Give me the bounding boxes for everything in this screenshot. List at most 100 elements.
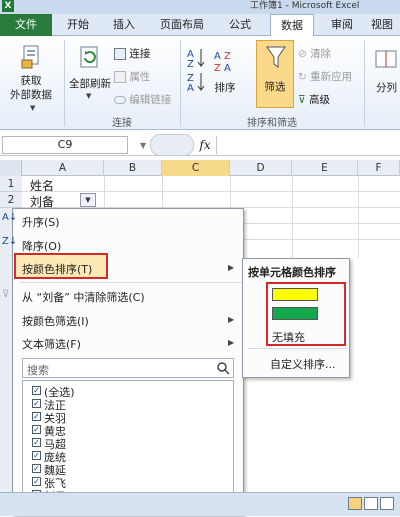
formula-input[interactable] [216,136,400,154]
custom-sort-option[interactable]: 自定义排序... [270,356,336,372]
reapply-label: 重新应用 [310,71,353,83]
value-checkbox[interactable]: ✓ [32,438,41,447]
row-header-2[interactable]: 2 [0,192,22,208]
row-header-1[interactable]: 1 [0,176,22,192]
tab-formulas[interactable]: 公式 [220,14,260,36]
svg-text:Z: Z [224,51,231,62]
clear-filter-icon: ⊽ [2,289,10,300]
submenu-arrow-icon: ▶ [228,315,235,324]
value-checkbox[interactable]: ✓ [32,477,41,486]
no-fill-option[interactable]: 无填充 [272,329,305,345]
svg-text:Z: Z [187,59,194,70]
reapply-icon: ↻ [298,71,307,83]
sort-az-icon[interactable]: AZZA [186,46,208,94]
sort-button[interactable]: 排序 [210,80,240,95]
select-all-corner[interactable] [0,160,22,176]
funnel-icon [266,46,286,68]
text-to-columns-button[interactable]: 分列 [376,80,397,95]
search-placeholder: 搜索 [27,364,49,377]
filter-button[interactable]: 筛选 [256,40,294,108]
excel-app-icon[interactable]: X [2,0,14,12]
submenu-arrow-icon: ▶ [228,263,235,272]
cell-a1[interactable]: 姓名 [30,177,54,194]
svg-text:A: A [214,51,221,62]
name-box[interactable]: C9 [2,136,128,154]
sort-dialog-icon: AZZA [212,48,238,74]
text-to-columns-icon [374,48,398,72]
gridline [292,176,293,258]
menu-sort-descending[interactable]: 降序(O) [22,238,61,254]
group-label-connections: 连接 [112,118,132,129]
properties-label: 属性 [129,71,151,83]
column-header-c[interactable]: C [162,160,230,176]
gridline [358,176,359,258]
get-external-data-icon [20,44,42,70]
connections-button[interactable]: 连接 [114,46,150,61]
sort-desc-icon: Z↓ [2,236,18,247]
yellow-swatch[interactable] [272,288,318,301]
value-checkbox[interactable]: ✓ [32,412,41,421]
page-layout-view-icon[interactable] [364,497,378,510]
gridline [104,176,105,208]
get-external-data-button[interactable]: 获取 外部数据 [0,74,62,102]
normal-view-icon[interactable] [348,497,362,510]
column-header-a[interactable]: A [22,160,104,176]
filter-label: 筛选 [264,81,286,93]
autofilter-dropdown-icon[interactable]: ▼ [80,193,96,207]
connections-icon [114,48,126,60]
advanced-filter-button[interactable]: ⊽ 高级 [298,92,330,107]
page-break-view-icon[interactable] [380,497,394,510]
filter-search-box[interactable]: 搜索 [22,358,234,378]
search-icon [217,362,230,375]
menu-divider [20,282,242,283]
formula-bar-resize-handle[interactable] [150,134,194,156]
tab-review[interactable]: 审阅 [322,14,362,36]
gridline [244,223,400,224]
value-checkbox[interactable]: ✓ [32,451,41,460]
reapply-button[interactable]: ↻ 重新应用 [298,69,352,84]
gridline [22,191,400,192]
column-header-d[interactable]: D [230,160,292,176]
properties-icon [114,71,126,83]
status-bar [0,492,400,516]
tab-file[interactable]: 文件 [0,14,52,36]
column-header-f[interactable]: F [358,160,400,176]
clear-filter-button[interactable]: ⊘ 清除 [298,46,331,61]
value-checkbox[interactable]: ✓ [32,464,41,473]
menu-filter-by-color[interactable]: 按颜色筛选(I) [22,313,89,329]
menu-sort-ascending[interactable]: 升序(S) [22,214,60,230]
clear-label: 清除 [310,48,332,60]
menu-clear-filter[interactable]: 从 “刘备” 中清除筛选(C) [22,289,145,305]
submenu-header: 按单元格颜色排序 [248,266,336,279]
tab-home[interactable]: 开始 [58,14,98,36]
separator [364,40,365,126]
tab-view[interactable]: 视图 [364,14,400,36]
refresh-all-button[interactable]: 全部刷新 [64,76,116,91]
tab-insert[interactable]: 插入 [104,14,144,36]
gridline [230,176,231,208]
refresh-all-icon [76,44,102,72]
menu-sort-by-color[interactable]: 按颜色排序(T) [22,261,92,277]
name-box-dropdown-icon[interactable]: ▼ [140,141,146,150]
advanced-label: 高级 [309,94,331,106]
svg-text:A: A [187,83,194,92]
window-title: 工作簿1 - Microsoft Excel [250,1,360,11]
properties-button[interactable]: 属性 [114,69,150,84]
column-header-e[interactable]: E [292,160,358,176]
sort-asc-icon: A↓ [2,212,18,223]
column-header-b[interactable]: B [104,160,162,176]
value-checkbox[interactable]: ✓ [32,425,41,434]
gridline [244,239,400,240]
tab-data[interactable]: 数据 [270,14,314,37]
advanced-icon: ⊽ [298,94,306,106]
tab-page-layout[interactable]: 页面布局 [150,14,214,36]
green-swatch[interactable] [272,307,318,320]
select-all-checkbox[interactable]: ✓ [32,386,41,395]
dropdown-arrow-icon: ▼ [30,104,36,112]
edit-links-button[interactable]: 编辑链接 [114,92,171,107]
group-label-sort-filter: 排序和筛选 [247,118,297,129]
menu-text-filter[interactable]: 文本筛选(F) [22,336,81,352]
value-checkbox[interactable]: ✓ [32,399,41,408]
title-bar: X 工作簿1 - Microsoft Excel [0,0,400,14]
insert-function-icon[interactable]: fx [196,136,214,154]
